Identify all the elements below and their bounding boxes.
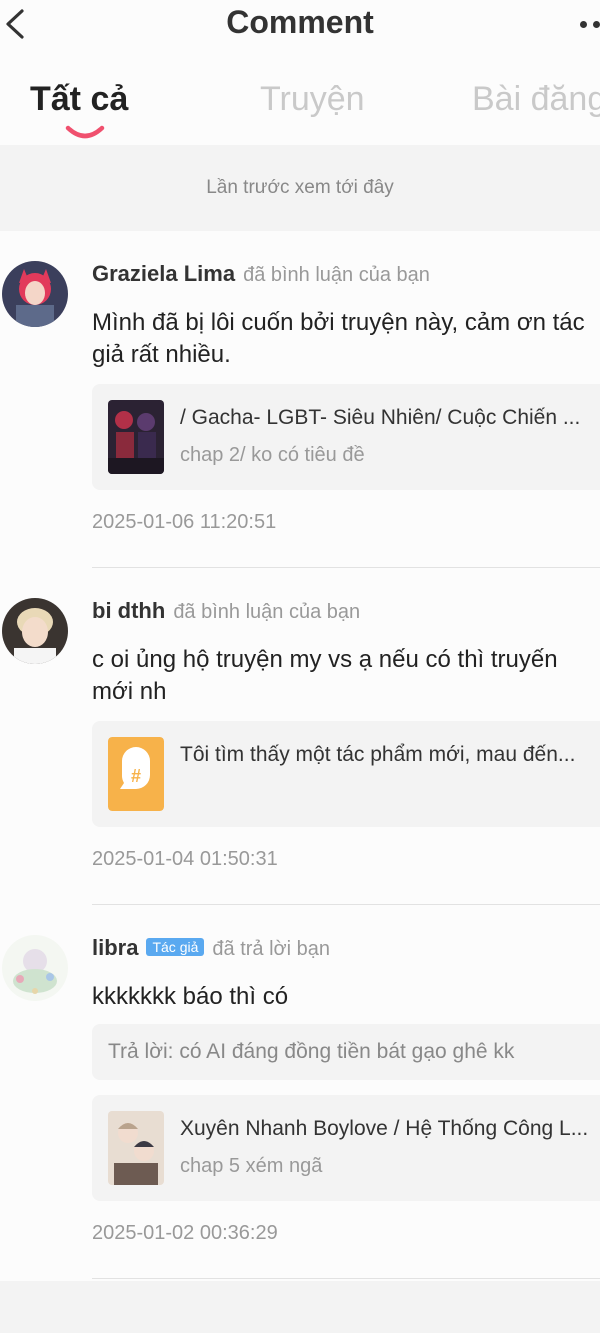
avatar[interactable] [2,935,68,1001]
card-subtitle: chap 5 xém ngã [180,1155,323,1177]
item-divider [92,1278,600,1279]
comment-header: Graziela Lima đã bình luận của bạn [92,261,430,287]
avatar[interactable] [2,598,68,664]
comment-header: libra Tác giả đã trả lời bạn [92,935,330,961]
hashtag-icon: # [108,737,164,811]
comic-cover-thumbnail [108,1111,164,1185]
item-divider [92,904,600,905]
author-badge: Tác giả [146,938,205,956]
active-tab-indicator [65,125,105,139]
reply-quote: Trả lời: có AI đáng đồng tiền bát gạo gh… [92,1024,600,1080]
notification-feed: Graziela Lima đã bình luận của bạn Mình đ… [0,231,600,1281]
tab-all[interactable]: Tất cả [30,80,128,119]
card-title: Tôi tìm thấy một tác phẩm mới, mau đến..… [180,743,576,766]
user-name[interactable]: bi dthh [92,598,165,623]
last-seen-divider: Lần trước xem tới đây [0,145,600,231]
avatar-image [2,261,68,327]
comment-text: c oi ủng hộ truyện my vs ạ nếu có thì tr… [92,646,558,705]
tab-posts[interactable]: Bài đăng [472,80,600,119]
comment-text: kkkkkkk báo thì có [92,983,289,1010]
header-bar: Comment Tất cả Truyện Bài đăng [0,0,600,145]
tab-stories[interactable]: Truyện [260,80,365,119]
user-name[interactable]: libra [92,935,138,960]
comic-cover-thumbnail [108,400,164,474]
user-name[interactable]: Graziela Lima [92,261,235,286]
action-text: đã bình luận của bạn [173,601,361,623]
post-card[interactable]: # Tôi tìm thấy một tác phẩm mới, mau đến… [92,721,600,827]
story-card[interactable]: / Gacha- LGBT- Siêu Nhiên/ Cuộc Chiến ..… [92,384,600,490]
action-text: đã bình luận của bạn [243,264,430,286]
comment-text: Mình đã bị lôi cuốn bởi truyện này, cảm … [92,309,585,368]
card-subtitle: chap 2/ ko có tiêu đề [180,444,365,466]
timestamp: 2025-01-04 01:50:31 [92,848,278,870]
action-text: đã trả lời bạn [212,938,331,960]
card-title: Xuyên Nhanh Boylove / Hệ Thống Công L... [180,1117,589,1140]
story-card[interactable]: Xuyên Nhanh Boylove / Hệ Thống Công L...… [92,1095,600,1201]
comment-header: bi dthh đã bình luận của bạn [92,598,360,624]
timestamp: 2025-01-06 11:20:51 [92,511,277,533]
svg-text:#: # [131,766,141,786]
more-dots-icon [580,20,587,28]
timestamp: 2025-01-02 00:36:29 [92,1222,278,1244]
more-options-button[interactable] [574,14,600,34]
item-divider [92,567,600,568]
page-title: Comment [226,4,374,40]
avatar-image [2,598,68,664]
card-title: / Gacha- LGBT- Siêu Nhiên/ Cuộc Chiến ..… [180,406,581,429]
avatar[interactable] [2,261,68,327]
avatar-image [2,935,68,1001]
